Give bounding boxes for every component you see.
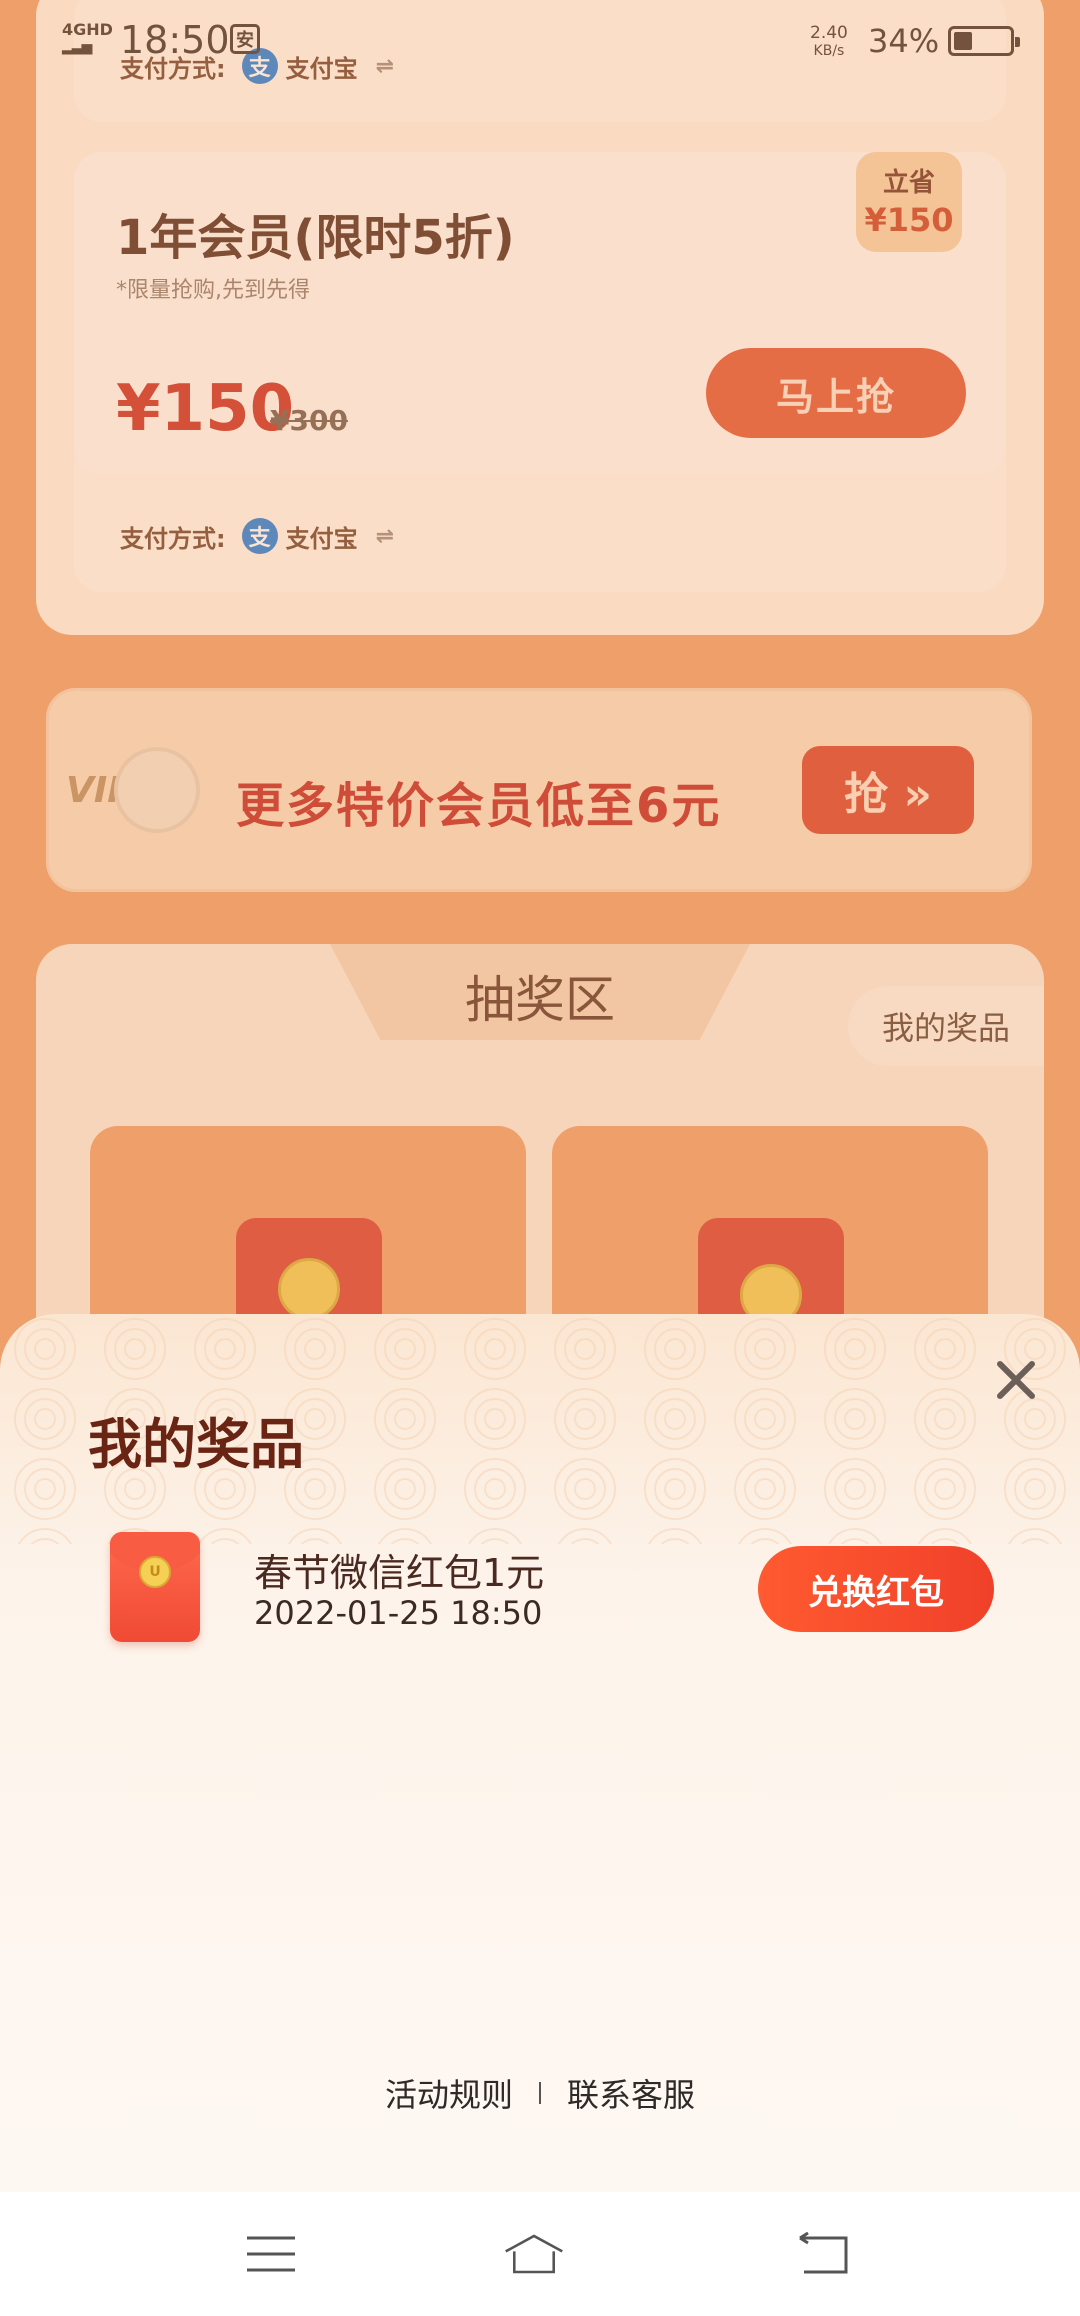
home-icon	[505, 2234, 563, 2274]
close-button[interactable]	[990, 1354, 1042, 1406]
back-icon	[799, 2232, 848, 2274]
envelope-seal: U	[139, 1556, 171, 1588]
prize-time: 2022-01-25 18:50	[254, 1594, 543, 1632]
redeem-button[interactable]: 兑换红包	[758, 1546, 994, 1632]
close-icon	[997, 1361, 1035, 1399]
rules-link[interactable]: 活动规则	[385, 2070, 513, 2116]
nav-menu-button[interactable]	[241, 2226, 301, 2282]
prize-name: 春节微信红包1元	[254, 1551, 545, 1595]
footer-links: 活动规则 联系客服	[0, 2070, 1080, 2116]
divider	[539, 2082, 541, 2104]
support-link[interactable]: 联系客服	[567, 2070, 695, 2116]
menu-icon	[247, 2236, 295, 2272]
nav-back-button[interactable]	[794, 2226, 854, 2282]
sheet-title: 我的奖品	[88, 1413, 304, 1476]
nav-home-button[interactable]	[504, 2226, 564, 2282]
red-envelope-icon: U	[110, 1532, 200, 1642]
